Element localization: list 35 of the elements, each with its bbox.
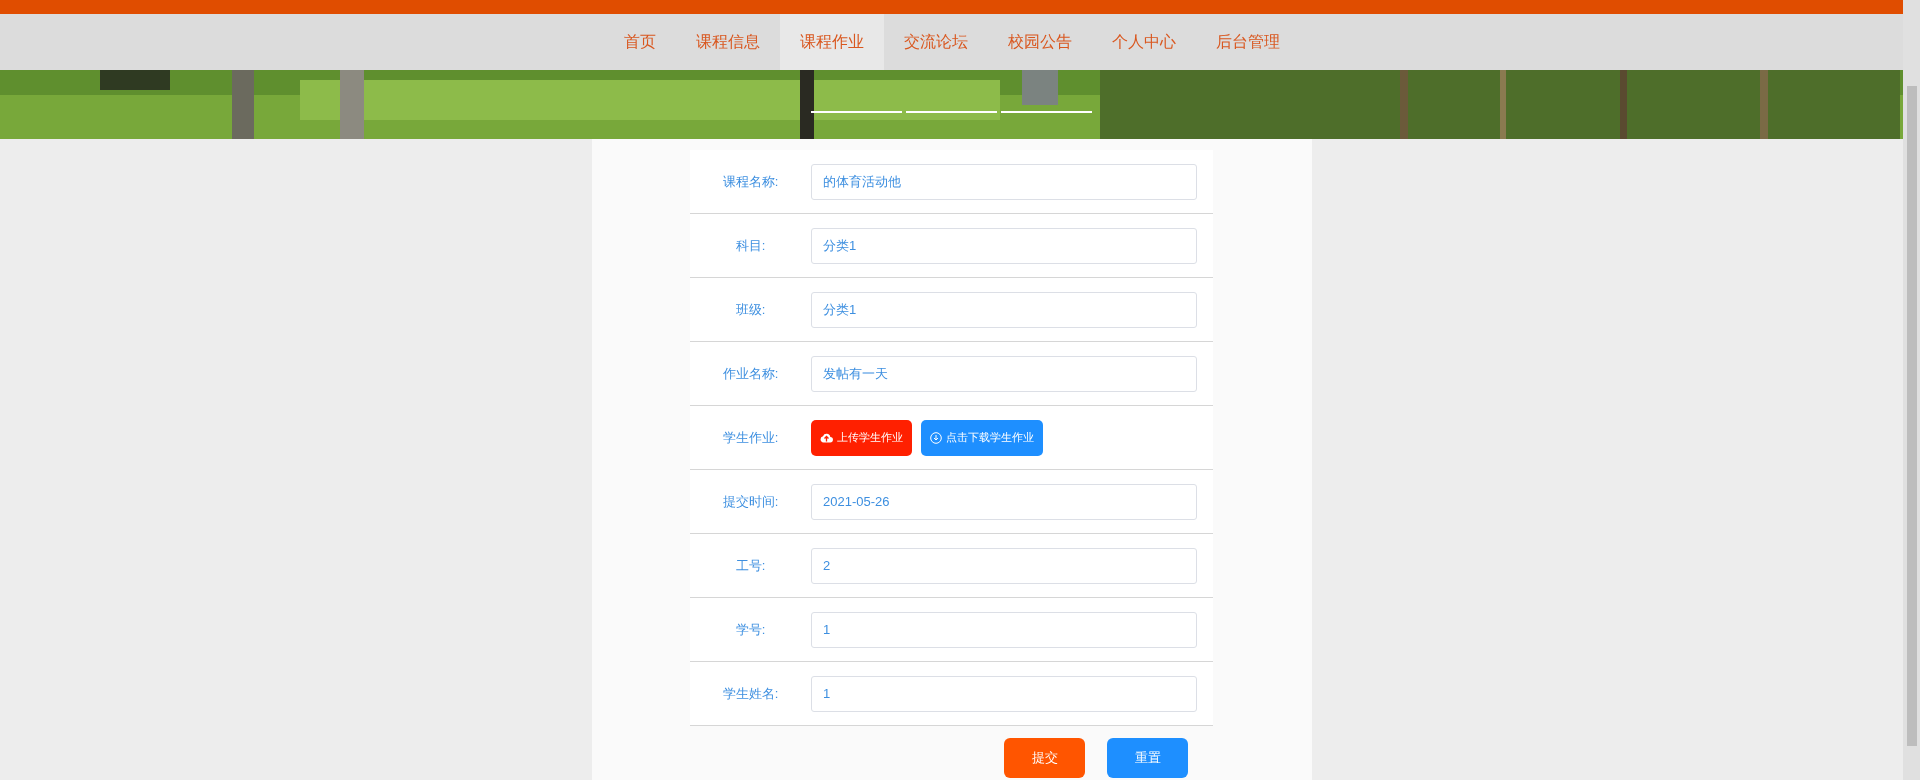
nav-link[interactable]: 个人中心 (1091, 14, 1196, 70)
field-label: 学号: (735, 620, 766, 639)
download-icon (930, 431, 942, 444)
upload-button[interactable]: 上传学生作业 (811, 419, 912, 456)
field-label: 课程名称: (722, 172, 779, 191)
field-label: 班级: (735, 300, 766, 319)
field-label: 作业名称: (722, 364, 779, 383)
reset-button[interactable]: 重置 (1107, 738, 1188, 778)
scrollbar-thumb[interactable] (1906, 86, 1917, 746)
input-field[interactable]: 1 (811, 675, 1197, 712)
nav-link[interactable]: 交流论坛 (883, 14, 988, 70)
input-field[interactable]: 2021-05-26 (811, 483, 1197, 520)
field-label: 学生作业: (722, 428, 779, 447)
nav-link[interactable]: 课程作业 (779, 14, 884, 70)
input-field[interactable]: 2 (811, 547, 1197, 584)
input-field[interactable]: 发帖有一天 (811, 355, 1197, 392)
nav-link[interactable]: 首页 (603, 14, 676, 70)
input-field[interactable]: 的体育活动他 (811, 163, 1197, 200)
cloud-upload-icon (820, 432, 833, 443)
field-label: 科目: (735, 236, 766, 255)
download-button[interactable]: 点击下载学生作业 (921, 419, 1043, 456)
input-field[interactable]: 1 (811, 611, 1197, 648)
slide-indicator[interactable] (906, 111, 997, 113)
submit-button[interactable]: 提交 (1004, 738, 1085, 778)
input-field[interactable]: 分类1 (811, 291, 1197, 328)
slide-indicator[interactable] (1001, 111, 1092, 113)
nav-link[interactable]: 课程信息 (675, 14, 780, 70)
slide-indicator[interactable] (811, 111, 902, 113)
field-label: 提交时间: (722, 492, 779, 511)
nav-link[interactable]: 校园公告 (987, 14, 1092, 70)
field-label: 工号: (735, 556, 766, 575)
field-label: 学生姓名: (722, 684, 779, 703)
input-field[interactable]: 分类1 (811, 227, 1197, 264)
scrollbar[interactable] (1903, 0, 1920, 780)
nav-link[interactable]: 后台管理 (1195, 14, 1300, 70)
